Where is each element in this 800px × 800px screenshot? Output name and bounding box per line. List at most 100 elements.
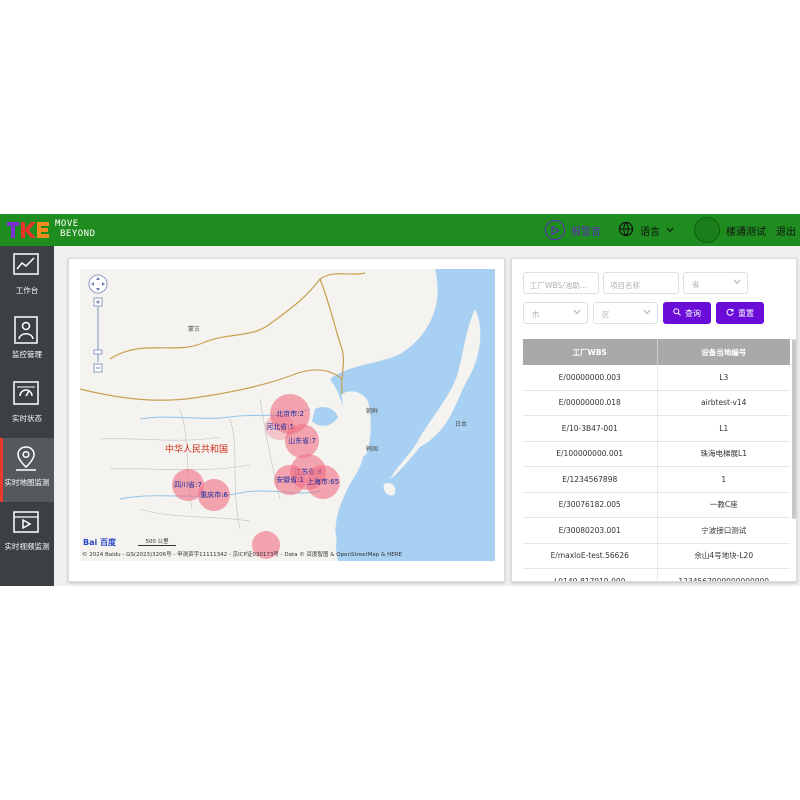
- chevron-down-icon: [733, 278, 741, 287]
- table-header: 工厂WBS 设备当地编号: [523, 339, 790, 365]
- map-scale: 500 公里: [138, 537, 176, 546]
- marker-label: 山东省:7: [288, 437, 316, 445]
- table-row[interactable]: E/maxloE-test.56626 佘山4号地块-L20: [523, 543, 791, 569]
- device-panel: 省 市 区 查询 重置 工厂WBS 设备当地编号 E/00000000.003 L…: [511, 258, 797, 582]
- city-select-value: 市: [532, 310, 540, 319]
- country-label: 中华人民共和国: [165, 445, 229, 455]
- sidebar-item-workbench[interactable]: 工作台: [0, 246, 54, 310]
- brand-line-2: BEYOND: [60, 229, 96, 239]
- table-row[interactable]: L0140-817919.000 1234567000000000000: [523, 569, 791, 582]
- sidebar: 工作台 监控管理 实时状态 实时地图监测 实时视频监测: [0, 246, 54, 586]
- table-scrollbar[interactable]: [792, 339, 796, 519]
- china-map[interactable]: 蒙古 朝鲜 韩国 日本 中华人民共和国 北京市:2 河北省:1 山东省:7 江苏…: [80, 269, 495, 561]
- map-attribution: © 2024 Baidu - GS(2023)3206号 - 甲测资字11111…: [82, 552, 402, 558]
- reset-button[interactable]: 重置: [716, 302, 764, 324]
- sidebar-item-label: 实时状态: [12, 414, 42, 423]
- brand-line-1: MOVE: [55, 219, 79, 229]
- cell-wbs: E/30076182.005: [558, 500, 621, 510]
- column-header-device-no[interactable]: 设备当地编号: [656, 339, 791, 365]
- table-row[interactable]: E/30076182.005 一教C座: [523, 492, 791, 518]
- map-marker[interactable]: 安徽省:1: [274, 465, 306, 495]
- place-label: 朝鲜: [366, 408, 379, 415]
- sidebar-item-monitor-management[interactable]: 监控管理: [0, 310, 54, 374]
- table-row[interactable]: E/10-3B47-001 L1: [523, 416, 790, 442]
- cell-device-no: 佘山4号地块-L20: [656, 543, 791, 568]
- project-name-input[interactable]: [604, 275, 678, 296]
- cell-wbs: E/10-3B47-001: [561, 423, 618, 433]
- chevron-down-icon: [573, 308, 581, 317]
- app-frame: MOVE BEYOND 报警音 语言 楼通测试 退出 工作台 监控管理 实时状态…: [0, 214, 800, 586]
- map-marker[interactable]: 重庆市:6: [198, 479, 230, 511]
- place-label: 韩国: [366, 446, 379, 453]
- refresh-icon: [726, 308, 734, 318]
- table-row[interactable]: E/30080203.001 宁波接口测试: [523, 518, 790, 544]
- top-header: MOVE BEYOND 报警音 语言 楼通测试 退出: [0, 214, 800, 246]
- marker-label: 上海市:65: [306, 478, 340, 486]
- district-select[interactable]: 区: [593, 302, 658, 324]
- province-select[interactable]: 省: [683, 272, 748, 294]
- project-name-field[interactable]: [603, 272, 679, 296]
- table-row[interactable]: E/1234567898 1: [523, 467, 790, 493]
- table-row[interactable]: E/00000000.003 L3: [523, 365, 790, 391]
- tke-logo: [7, 220, 49, 240]
- city-select[interactable]: 市: [523, 302, 588, 324]
- marker-label: 安徽省:1: [276, 476, 304, 484]
- province-select-value: 省: [692, 280, 700, 289]
- language-label: 语言: [640, 226, 660, 238]
- cell-device-no: airbtest-v14: [656, 390, 791, 415]
- sidebar-item-realtime-video[interactable]: 实时视频监测: [0, 502, 54, 566]
- table-row[interactable]: E/00000000.018 airbtest-v14: [523, 390, 791, 416]
- search-icon: [673, 308, 681, 318]
- cell-device-no: 1: [656, 467, 791, 492]
- cell-wbs: E/100000000.001: [556, 449, 624, 459]
- play-icon: [545, 220, 565, 240]
- dashboard-screen-icon: [12, 380, 40, 406]
- baidu-logo: Bai 百度: [83, 538, 117, 547]
- reset-button-label: 重置: [738, 308, 754, 318]
- cell-device-no: L1: [656, 416, 791, 441]
- map-marker[interactable]: 上海市:65: [306, 465, 340, 499]
- cell-wbs: E/1234567898: [562, 474, 618, 484]
- user-name: 楼通测试: [726, 226, 766, 238]
- cell-wbs: E/00000000.003: [558, 372, 621, 382]
- table-row[interactable]: E/100000000.001 珠海电梯展L1: [523, 441, 791, 467]
- cell-wbs: E/00000000.018: [558, 398, 621, 408]
- cell-wbs: L0140-817919.000: [554, 576, 626, 582]
- sidebar-item-label: 实时视频监测: [4, 542, 50, 551]
- cell-wbs: E/maxloE-test.56626: [550, 551, 629, 561]
- cell-device-no: 珠海电梯展L1: [656, 441, 791, 466]
- avatar: [694, 217, 720, 243]
- cell-device-no: 1234567000000000000: [656, 569, 791, 581]
- alarm-sound-button[interactable]: 报警音: [545, 219, 601, 241]
- map-marker[interactable]: 山东省:7: [285, 424, 319, 458]
- sidebar-item-realtime-status[interactable]: 实时状态: [0, 374, 54, 438]
- place-label: 日本: [455, 421, 468, 428]
- map-navigation-control[interactable]: [88, 274, 108, 379]
- alarm-sound-label: 报警音: [571, 226, 601, 238]
- wbs-search-field[interactable]: [523, 272, 599, 296]
- district-select-value: 区: [602, 310, 610, 319]
- user-profile[interactable]: 楼通测试: [694, 216, 766, 244]
- wbs-search-input[interactable]: [524, 275, 598, 296]
- column-header-wbs[interactable]: 工厂WBS: [523, 339, 657, 365]
- sidebar-item-label: 监控管理: [12, 350, 42, 359]
- device-table: 工厂WBS 设备当地编号 E/00000000.003 L3 E/00000000…: [523, 339, 791, 582]
- query-button[interactable]: 查询: [663, 302, 711, 324]
- chevron-down-icon: [666, 225, 674, 236]
- map-card: 蒙古 朝鲜 韩国 日本 中华人民共和国 北京市:2 河北省:1 山东省:7 江苏…: [68, 258, 505, 582]
- marker-label: 四川省:7: [174, 481, 202, 489]
- video-play-icon: [12, 508, 40, 534]
- map-pin-icon: [12, 444, 40, 471]
- logout-button[interactable]: 退出: [776, 223, 796, 238]
- chart-line-icon: [12, 252, 40, 278]
- cell-wbs: E/30080203.001: [558, 525, 621, 535]
- cell-device-no: 宁波接口测试: [656, 518, 791, 543]
- marker-label: 重庆市:6: [200, 491, 228, 499]
- sidebar-item-realtime-map[interactable]: 实时地图监测: [0, 438, 54, 502]
- chevron-down-icon: [643, 308, 651, 317]
- language-dropdown[interactable]: 语言: [618, 220, 674, 240]
- cell-device-no: 一教C座: [656, 492, 791, 517]
- sidebar-item-label: 工作台: [15, 286, 39, 295]
- monitor-person-icon: [12, 316, 40, 344]
- cell-device-no: L3: [656, 365, 791, 390]
